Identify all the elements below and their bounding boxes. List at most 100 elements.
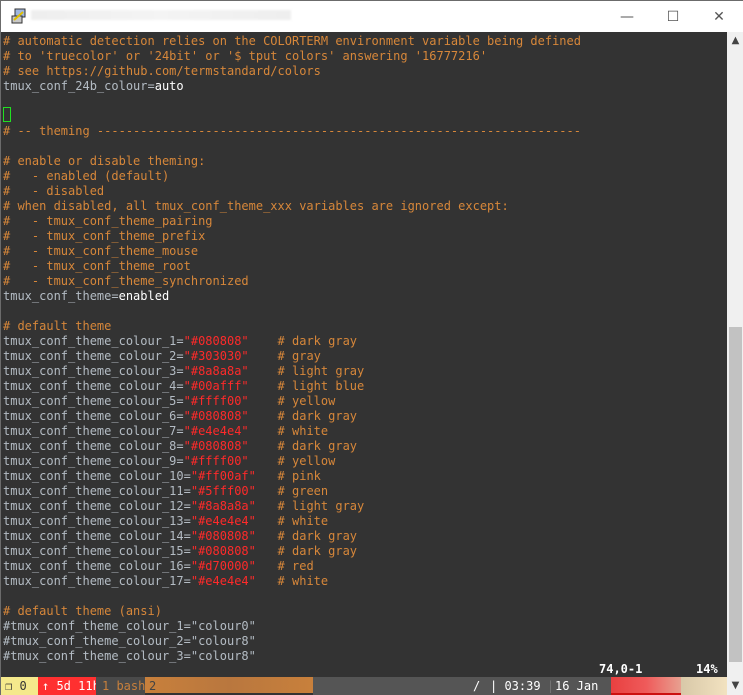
line-segment: tmux_conf_theme_colour_17=: [3, 574, 191, 588]
terminal-line: # - tmux_conf_theme_mouse: [3, 244, 198, 259]
line-segment: # - tmux_conf_theme_pairing: [3, 214, 213, 228]
line-segment: #tmux_conf_theme_colour_3="colour8": [3, 649, 256, 663]
line-segment: # automatic detection relies on the COLO…: [3, 34, 581, 48]
terminal-line: tmux_conf_theme_colour_13="#e4e4e4" # wh…: [3, 514, 328, 529]
line-segment: "#5fff00": [190, 484, 256, 498]
terminal-line: # to 'truecolor' or '24bit' or '$ tput c…: [3, 49, 487, 64]
line-segment: "#ffff00": [183, 454, 249, 468]
terminal-line: # -- theming ---------------------------…: [3, 124, 581, 139]
terminal-line: # default theme: [3, 319, 111, 334]
terminal-line: tmux_conf_theme_colour_14="#080808" # da…: [3, 529, 357, 544]
line-segment: # - enabled (default): [3, 169, 170, 183]
path: [313, 677, 473, 695]
line-segment: tmux_conf_theme_colour_14=: [3, 529, 191, 543]
line-segment: # enable or disable theming:: [3, 154, 206, 168]
line-segment: # white: [255, 574, 329, 588]
minimize-icon: —: [620, 8, 634, 25]
terminal-line: # - tmux_conf_theme_root: [3, 259, 191, 274]
line-segment: # light gray: [255, 499, 365, 513]
minimize-button[interactable]: —: [604, 1, 650, 32]
line-segment: # dark gray: [248, 439, 358, 453]
terminal-line: # automatic detection relies on the COLO…: [3, 34, 581, 49]
terminal-content[interactable]: # automatic detection relies on the COLO…: [1, 32, 727, 677]
line-segment: "#ff00af": [190, 469, 256, 483]
terminal-line: tmux_conf_theme_colour_6="#080808" # dar…: [3, 409, 357, 424]
terminal-line: tmux_conf_theme_colour_12="#8a8a8a" # li…: [3, 499, 364, 514]
terminal-line: # - tmux_conf_theme_prefix: [3, 229, 205, 244]
maximize-icon: ☐: [666, 8, 680, 25]
date: 16 Jan: [551, 677, 611, 695]
terminal-line: tmux_conf_theme_colour_17="#e4e4e4" # wh…: [3, 574, 328, 589]
line-segment: # pink: [255, 469, 321, 483]
close-button[interactable]: ✕: [696, 1, 742, 32]
close-icon: ✕: [713, 8, 725, 25]
line-segment: tmux_conf_theme_colour_7=: [3, 424, 184, 438]
line-segment: "#ffff00": [183, 394, 249, 408]
line-segment: tmux_conf_theme_colour_11=: [3, 484, 191, 498]
scrollbar-thumb[interactable]: [729, 327, 742, 662]
scroll-up-icon[interactable]: ▲: [727, 32, 743, 49]
window-tab-1[interactable]: 1 bash Z: [96, 677, 160, 695]
terminal-line: # - enabled (default): [3, 169, 169, 184]
line-segment: enabled: [118, 289, 170, 303]
line-segment: tmux_conf_theme_colour_8=: [3, 439, 184, 453]
line-segment: tmux_conf_theme_colour_13=: [3, 514, 191, 528]
line-segment: # dark gray: [248, 409, 358, 423]
line-segment: # light gray: [248, 364, 365, 378]
terminal-line: tmux_conf_theme_colour_1="#080808" # dar…: [3, 334, 357, 349]
window-tab-2-active[interactable]: 2: [145, 677, 313, 695]
scroll-down-icon[interactable]: ▼: [727, 677, 743, 694]
terminal-line: tmux_conf_theme_colour_8="#080808" # dar…: [3, 439, 357, 454]
line-segment: "#080808": [190, 544, 256, 558]
line-segment: tmux_conf_theme_colour_10=: [3, 469, 191, 483]
session-indicator[interactable]: ❐ 0: [1, 677, 38, 695]
line-segment: # default theme (ansi): [3, 604, 162, 618]
line-segment: # white: [255, 514, 329, 528]
line-segment: "#8a8a8a": [183, 364, 249, 378]
uptime: ↑ 5d 11h 34m: [38, 677, 129, 695]
terminal-line: tmux_conf_theme_colour_11="#5fff00" # gr…: [3, 484, 328, 499]
line-segment: "#e4e4e4": [190, 514, 256, 528]
line-segment: tmux_conf_theme_colour_4=: [3, 379, 184, 393]
line-segment: # dark gray: [255, 529, 358, 543]
line-segment: # green: [255, 484, 329, 498]
terminal-line: tmux_conf_theme_colour_7="#e4e4e4" # whi…: [3, 424, 328, 439]
terminal-line: # see https://github.com/termstandard/co…: [3, 64, 321, 79]
clock: | 03:39 |: [486, 677, 555, 695]
line-segment: tmux_conf_theme_colour_16=: [3, 559, 191, 573]
terminal-line: tmux_conf_24b_colour=auto: [3, 79, 184, 94]
terminal-line: # enable or disable theming:: [3, 154, 205, 169]
terminal-line: # - tmux_conf_theme_pairing: [3, 214, 213, 229]
battery-redacted: [611, 677, 681, 695]
terminal-window: — ☐ ✕ # automatic detection relies on th…: [0, 0, 743, 695]
terminal-line: # - tmux_conf_theme_synchronized: [3, 274, 249, 289]
line-segment: tmux_conf_theme=: [3, 289, 119, 303]
line-segment: #tmux_conf_theme_colour_2="colour8": [3, 634, 256, 648]
terminal-line: # - disabled: [3, 184, 104, 199]
terminal-line: tmux_conf_theme_colour_10="#ff00af" # pi…: [3, 469, 321, 484]
line-segment: tmux_conf_theme_colour_3=: [3, 364, 184, 378]
terminal-line: # default theme (ansi): [3, 604, 162, 619]
line-segment: # - disabled: [3, 184, 105, 198]
terminal-line: tmux_conf_theme_colour_15="#080808" # da…: [3, 544, 357, 559]
line-segment: # -- theming ---------------------------…: [3, 124, 581, 138]
line-segment: # white: [248, 424, 329, 438]
line-segment: # dark gray: [255, 544, 358, 558]
maximize-button[interactable]: ☐: [650, 1, 696, 32]
line-segment: # - tmux_conf_theme_prefix: [3, 229, 206, 243]
window-title-redacted: [31, 10, 291, 20]
line-segment: # dark gray: [248, 334, 358, 348]
line-segment: tmux_conf_theme_colour_12=: [3, 499, 191, 513]
line-segment: # yellow: [248, 394, 336, 408]
scroll-percent: 14%: [696, 662, 718, 676]
line-segment: "#303030": [183, 349, 249, 363]
host-redacted: [681, 677, 727, 695]
scrollbar[interactable]: ▲ ▼: [727, 32, 743, 695]
line-segment: # - tmux_conf_theme_root: [3, 259, 191, 273]
line-segment: # - tmux_conf_theme_mouse: [3, 244, 199, 258]
title-bar[interactable]: — ☐ ✕: [1, 1, 743, 32]
terminal-line: tmux_conf_theme=enabled: [3, 289, 169, 304]
tmux-status-bar: ❐ 0 ↑ 5d 11h 34m 1 bash Z 2 / | 03:39 | …: [1, 677, 727, 695]
terminal-line: #tmux_conf_theme_colour_2="colour8": [3, 634, 256, 649]
line-segment: "#080808": [190, 529, 256, 543]
